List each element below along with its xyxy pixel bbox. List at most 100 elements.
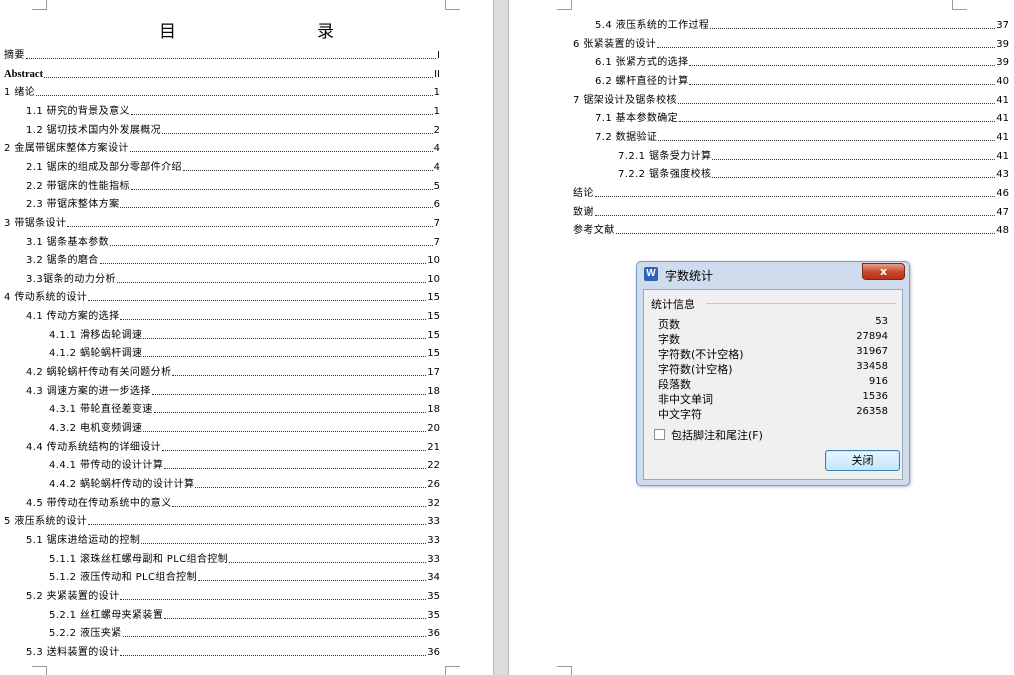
include-footnotes-label[interactable]: 包括脚注和尾注(F)	[671, 427, 763, 443]
toc-leader-dots	[712, 177, 996, 179]
toc-entry-title: 3.3锯条的动力分析	[26, 273, 116, 285]
toc-entry[interactable]: 4.3.2 电机变频调速 20	[49, 419, 440, 435]
toc-entry[interactable]: Abstract II	[4, 65, 440, 81]
toc-entry-title: 7.1 基本参数确定	[595, 113, 679, 125]
toc-entry-page: 4	[433, 161, 440, 173]
toc-entry[interactable]: 7.1 基本参数确定 41	[595, 109, 1009, 125]
toc-entry[interactable]: 5 液压系统的设计 33	[4, 512, 440, 528]
toc-entry-page: 32	[427, 497, 440, 509]
toc-entry[interactable]: 4.3.1 带轮直径差变速 18	[49, 400, 440, 416]
toc-entry-title: 7.2.1 锯条受力计算	[618, 150, 712, 162]
toc-entry-page: 15	[427, 292, 440, 304]
toc-entry-page: 37	[996, 20, 1009, 31]
toc-leader-dots	[153, 412, 427, 414]
toc-entry-page: 21	[427, 441, 440, 453]
toc-entry[interactable]: 4 传动系统的设计 15	[4, 288, 440, 304]
toc-entry[interactable]: 4.2 蜗轮蜗杆传动有关问题分析 17	[26, 363, 440, 379]
toc-entry[interactable]: 5.1.1 滚珠丝杠螺母副和 PLC组合控制 33	[49, 550, 440, 566]
toc-entry[interactable]: 1.1 研究的背景及意义 1	[26, 102, 440, 118]
toc-leader-dots	[36, 95, 433, 97]
toc-entry[interactable]: 7.2.1 锯条受力计算 41	[618, 147, 1009, 163]
toc-leader-dots	[143, 356, 427, 358]
toc-entry-page: 22	[427, 460, 440, 472]
toc-entry[interactable]: 3.1 锯条基本参数 7	[26, 233, 440, 249]
toc-entry[interactable]: 4.5 带传动在传动系统中的意义 32	[26, 494, 440, 510]
toc-leader-dots	[120, 598, 427, 600]
stat-label: 字符数(不计空格)	[658, 348, 744, 361]
toc-entry-page: 15	[427, 311, 440, 323]
toc-entry[interactable]: 6 张紧装置的设计 39	[573, 35, 1009, 51]
stat-label: 字数	[658, 333, 680, 346]
toc-entry[interactable]: 7.2 数据验证 41	[595, 128, 1009, 144]
toc-leader-dots	[116, 281, 427, 283]
toc-entry-title: 5.4 液压系统的工作过程	[595, 20, 710, 31]
stat-value: 26358	[856, 406, 888, 417]
toc-entry[interactable]: 2 金属带锯床整体方案设计 4	[4, 139, 440, 155]
toc-entry[interactable]: 5.4 液压系统的工作过程 37	[595, 16, 1009, 32]
close-icon[interactable]: x	[862, 263, 905, 280]
toc-entry-title: 6 张紧装置的设计	[573, 38, 657, 50]
toc-entry[interactable]: 4.4.1 带传动的设计计算 22	[49, 456, 440, 472]
toc-entry[interactable]: 2.3 带锯床整体方案 6	[26, 195, 440, 211]
toc-leader-dots	[99, 263, 427, 265]
toc-entry-title: 2.3 带锯床整体方案	[26, 199, 120, 211]
toc-entry[interactable]: 结论 46	[573, 184, 1009, 200]
stat-row: 中文字符 26358	[658, 406, 888, 421]
toc-entry-title: 3.2 锯条的磨合	[26, 255, 99, 267]
toc-entry-title: 1.1 研究的背景及意义	[26, 105, 130, 117]
crop-mark	[557, 666, 572, 675]
toc-entry[interactable]: 5.2.2 液压夹紧 36	[49, 624, 440, 640]
toc-entry[interactable]: 5.1 锯床进给运动的控制 33	[26, 531, 440, 547]
toc-entry-title: 5.2.2 液压夹紧	[49, 628, 122, 640]
include-footnotes-checkbox[interactable]	[654, 429, 665, 440]
toc-entry[interactable]: 3 带锯条设计 7	[4, 214, 440, 230]
toc-leader-dots	[120, 319, 427, 321]
toc-entry[interactable]: 5.2 夹紧装置的设计 35	[26, 587, 440, 603]
toc-leader-dots	[151, 393, 427, 395]
toc-entry-page: 41	[996, 113, 1009, 125]
toc-entry[interactable]: 4.3 调速方案的进一步选择 18	[26, 382, 440, 398]
toc-entry[interactable]: 6.1 张紧方式的选择 39	[595, 53, 1009, 69]
toc-entry-title: 4.4 传动系统结构的详细设计	[26, 441, 162, 453]
toc-entry[interactable]: 4.1 传动方案的选择 15	[26, 307, 440, 323]
statistics-panel: 统计信息 页数 53 字数 27894 字符数(不计空格) 31967 字符数(计空格) 33…	[643, 289, 903, 480]
toc-entry[interactable]: 7.2.2 锯条强度校核 43	[618, 165, 1009, 181]
toc-entry[interactable]: 7 锯架设计及锯条校核 41	[573, 91, 1009, 107]
toc-entry-page: 6	[433, 199, 440, 211]
close-button[interactable]: 关闭	[825, 450, 900, 471]
toc-entry[interactable]: 致谢 47	[573, 203, 1009, 219]
document-page-left[interactable]: 目 录 摘要 I Abstract II 1 绪论 1 1.1 研究的背景及意义 1 1.2 锯…	[0, 0, 493, 675]
toc-entry[interactable]: 参考文献 48	[573, 221, 1009, 237]
toc-entry[interactable]: 摘要 I	[4, 46, 440, 62]
stat-row: 字符数(不计空格) 31967	[658, 346, 888, 361]
toc-entry[interactable]: 3.2 锯条的磨合 10	[26, 251, 440, 267]
toc-entry-page: 20	[427, 423, 440, 434]
toc-entry[interactable]: 5.2.1 丝杠螺母夹紧装置 35	[49, 606, 440, 622]
toc-entry-title: 7.2 数据验证	[595, 131, 658, 143]
toc-entry-page: 1	[433, 87, 440, 99]
stat-label: 中文字符	[658, 408, 702, 421]
stat-value: 53	[875, 316, 888, 327]
toc-entry[interactable]: 3.3锯条的动力分析 10	[26, 270, 440, 286]
toc-entry[interactable]: 4.1.1 滑移齿轮调速 15	[49, 326, 440, 342]
toc-entry[interactable]: 5.3 送料装置的设计 36	[26, 643, 440, 659]
toc-entry[interactable]: 1.2 锯切技术国内外发展概况 2	[26, 121, 440, 137]
toc-entry-page: 17	[427, 367, 440, 379]
toc-entry[interactable]: 6.2 螺杆直径的计算 40	[595, 72, 1009, 88]
toc-entry[interactable]: 2.1 锯床的组成及部分零部件介绍 4	[26, 158, 440, 174]
toc-entry[interactable]: 2.2 带锯床的性能指标 5	[26, 177, 440, 193]
toc-entry-page: 34	[427, 572, 440, 584]
toc-entry[interactable]: 1 绪论 1	[4, 83, 440, 99]
toc-entry-page: 41	[996, 94, 1009, 106]
toc-entry[interactable]: 5.1.2 液压传动和 PLC组合控制 34	[49, 568, 440, 584]
toc-entry[interactable]: 4.1.2 蜗轮蜗杆调速 15	[49, 344, 440, 360]
toc-entry[interactable]: 4.4.2 蜗轮蜗杆传动的设计计算 26	[49, 475, 440, 491]
toc-leader-dots	[710, 28, 996, 29]
word-count-dialog[interactable]: W 字数统计 x 统计信息 页数 53 字数 27894 字符数(不计空格) 31967 字…	[636, 261, 910, 486]
toc-entry-page: 33	[427, 516, 440, 528]
toc-entry[interactable]: 4.4 传动系统结构的详细设计 21	[26, 438, 440, 454]
toc-leader-dots	[657, 46, 996, 48]
toc-leader-dots	[198, 580, 427, 582]
dialog-titlebar[interactable]: W 字数统计 x	[637, 262, 909, 286]
toc-leader-dots	[122, 636, 427, 638]
